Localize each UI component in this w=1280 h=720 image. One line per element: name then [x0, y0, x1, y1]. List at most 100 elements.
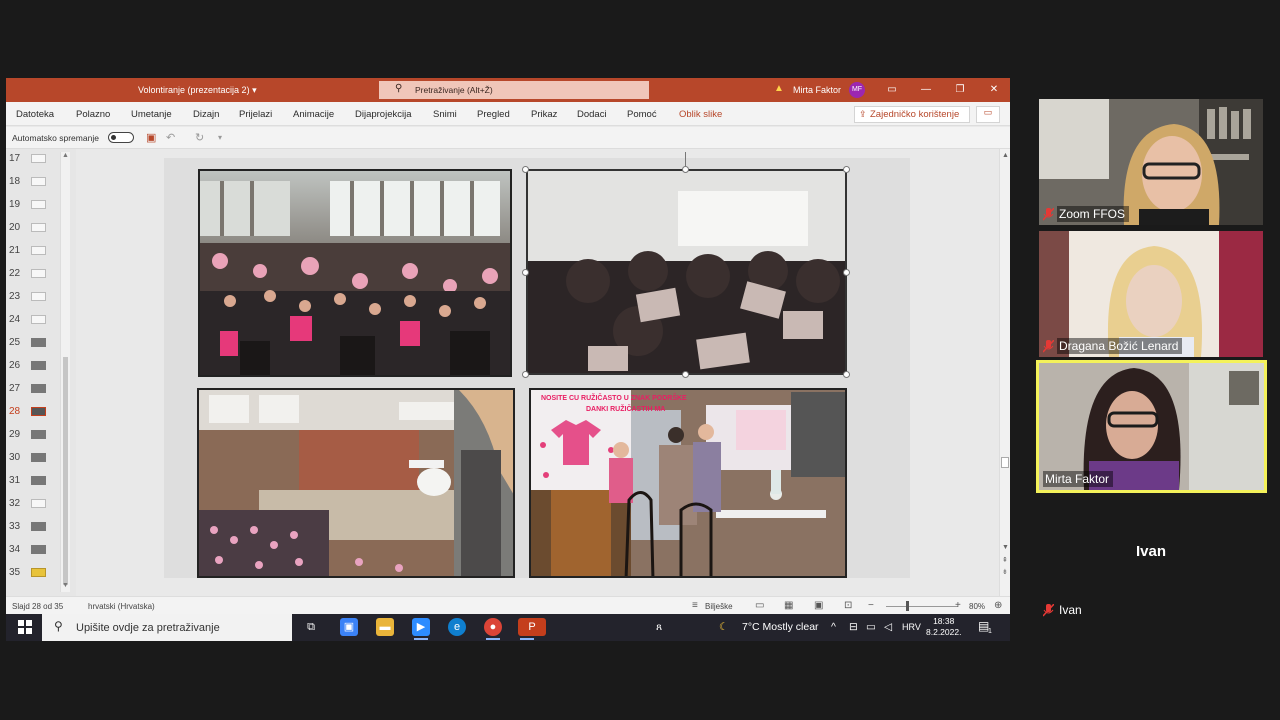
- slide-thumbnail[interactable]: 17: [6, 149, 66, 169]
- slide-thumbnail[interactable]: 34: [6, 540, 66, 560]
- undo-icon[interactable]: ↶: [166, 131, 175, 144]
- edge-icon[interactable]: e: [448, 618, 466, 636]
- slideshow-icon[interactable]: ⊡: [844, 600, 852, 611]
- reading-view-icon[interactable]: ▣: [814, 600, 823, 611]
- slide-thumbnail[interactable]: 33: [6, 517, 66, 537]
- previous-slide-icon[interactable]: ⇞: [1002, 556, 1008, 564]
- slide-thumbnail[interactable]: 20: [6, 218, 66, 238]
- resize-handle[interactable]: [843, 371, 850, 378]
- participant-tile-video-off[interactable]: Ivan Ivan: [1039, 495, 1263, 621]
- resize-handle[interactable]: [843, 166, 850, 173]
- slide-thumbnail[interactable]: 30: [6, 448, 66, 468]
- participant-tile-active-speaker[interactable]: Mirta Faktor: [1036, 360, 1267, 493]
- weather-icon[interactable]: ☾: [719, 621, 728, 633]
- account-name[interactable]: Mirta Faktor: [793, 85, 841, 95]
- fit-to-window-icon[interactable]: ⊕: [994, 600, 1002, 611]
- tab-polazno[interactable]: Polazno: [76, 109, 110, 120]
- tab-snimi[interactable]: Snimi: [433, 109, 457, 120]
- tab-dodaci[interactable]: Dodaci: [577, 109, 607, 120]
- resize-handle[interactable]: [682, 371, 689, 378]
- slide-canvas[interactable]: NOSITE CU RUŽIČASTO U ZNAK PODRŠKE DANKI…: [164, 152, 910, 578]
- next-slide-icon[interactable]: ⇟: [1002, 568, 1008, 576]
- slide-thumbnail[interactable]: 25: [6, 333, 66, 353]
- restore-button[interactable]: ❐: [950, 81, 970, 99]
- scroll-thumb[interactable]: [63, 357, 68, 585]
- tab-datoteka[interactable]: Datoteka: [16, 109, 54, 120]
- slide-photo-group-selfie[interactable]: [526, 169, 847, 375]
- system-clock[interactable]: 18:38 8.2.2022.: [926, 616, 961, 638]
- avatar[interactable]: MF: [849, 82, 865, 98]
- redo-icon[interactable]: ↻: [195, 131, 204, 144]
- slide-thumbnail[interactable]: 32: [6, 494, 66, 514]
- resize-handle[interactable]: [522, 269, 529, 276]
- volume-icon[interactable]: ◁: [884, 621, 892, 633]
- scroll-up-icon[interactable]: ▲: [62, 152, 69, 159]
- close-button[interactable]: ✕: [984, 81, 1004, 99]
- tab-prikaz[interactable]: Prikaz: [531, 109, 557, 120]
- slide-thumbnail[interactable]: 18: [6, 172, 66, 192]
- slide-thumbnail[interactable]: 22: [6, 264, 66, 284]
- file-explorer-icon[interactable]: ▬: [376, 618, 394, 636]
- language-indicator[interactable]: HRV: [902, 622, 921, 632]
- scroll-down-icon[interactable]: ▼: [62, 582, 69, 589]
- tab-animacije[interactable]: Animacije: [293, 109, 334, 120]
- people-icon[interactable]: ጸ: [656, 621, 662, 634]
- thumbnail-scrollbar[interactable]: ▲ ▼: [60, 152, 70, 592]
- tab-oblik-slike[interactable]: Oblik slike: [679, 109, 722, 120]
- tab-pomoc[interactable]: Pomoć: [627, 109, 657, 120]
- warning-icon[interactable]: ▲: [774, 83, 784, 94]
- language-status[interactable]: hrvatski (Hrvatska): [88, 602, 155, 611]
- zoom-out-icon[interactable]: −: [868, 600, 874, 611]
- slide-thumbnail[interactable]: 35: [6, 563, 66, 583]
- task-view-icon[interactable]: ⧉: [302, 618, 320, 636]
- slide-thumbnail[interactable]: 29: [6, 425, 66, 445]
- participant-tile[interactable]: Dragana Božić Lenard: [1039, 231, 1263, 357]
- scroll-thumb[interactable]: [1001, 457, 1009, 468]
- powerpoint-icon[interactable]: P: [518, 618, 546, 640]
- zoom-slider-knob[interactable]: [906, 601, 909, 611]
- slide-thumbnail[interactable]: 19: [6, 195, 66, 215]
- slide-sorter-icon[interactable]: ▦: [784, 600, 793, 611]
- slide-scrollbar[interactable]: ▲ ▼ ⇞ ⇟: [999, 149, 1010, 596]
- resize-handle[interactable]: [682, 166, 689, 173]
- network-icon[interactable]: ▭: [866, 621, 876, 633]
- resize-handle[interactable]: [843, 269, 850, 276]
- slide-photo-hall-balcony[interactable]: [197, 388, 515, 578]
- slide-thumbnail[interactable]: 26: [6, 356, 66, 376]
- slide-thumbnail[interactable]: 23: [6, 287, 66, 307]
- slide-thumbnail[interactable]: 27: [6, 379, 66, 399]
- store-icon[interactable]: ▣: [340, 618, 358, 636]
- participant-tile[interactable]: Zoom FFOS: [1039, 99, 1263, 225]
- normal-view-icon[interactable]: ▭: [755, 600, 764, 611]
- chrome-icon[interactable]: ●: [484, 618, 502, 640]
- slide-photo-pink-shirt-event[interactable]: NOSITE CU RUŽIČASTO U ZNAK PODRŠKE DANKI…: [529, 388, 847, 578]
- slide-photo-auditorium[interactable]: [198, 169, 512, 377]
- tab-dizajn[interactable]: Dizajn: [193, 109, 219, 120]
- zoom-level[interactable]: 80%: [969, 602, 985, 611]
- scroll-up-icon[interactable]: ▲: [1002, 152, 1009, 159]
- save-icon[interactable]: ▣: [146, 131, 156, 144]
- slide-thumbnail[interactable]: 24: [6, 310, 66, 330]
- zoom-app-icon[interactable]: ▶: [412, 618, 430, 640]
- resize-handle[interactable]: [522, 371, 529, 378]
- taskbar-search[interactable]: ⚲ Upišite ovdje za pretraživanje: [42, 614, 292, 641]
- resize-handle[interactable]: [522, 166, 529, 173]
- windows-start-icon[interactable]: [18, 620, 32, 634]
- zoom-slider[interactable]: [886, 606, 958, 607]
- notes-button[interactable]: Bilješke: [705, 602, 733, 611]
- minimize-button[interactable]: —: [916, 81, 936, 99]
- tab-umetanje[interactable]: Umetanje: [131, 109, 172, 120]
- search-box[interactable]: ⚲ Pretraživanje (Alt+Ž): [379, 81, 649, 99]
- ribbon-display-icon[interactable]: ▭: [882, 81, 902, 99]
- zoom-in-icon[interactable]: +: [955, 600, 961, 611]
- tab-pregled[interactable]: Pregled: [477, 109, 510, 120]
- tab-prijelazi[interactable]: Prijelazi: [239, 109, 272, 120]
- comments-button[interactable]: ▭: [976, 106, 1000, 123]
- usb-icon[interactable]: ⊟: [849, 621, 858, 633]
- document-title[interactable]: Volontiranje (prezentacija 2) ▾: [138, 85, 257, 96]
- slide-thumbnail[interactable]: 31: [6, 471, 66, 491]
- show-hidden-icons[interactable]: ^: [831, 621, 836, 633]
- autosave-toggle[interactable]: [108, 132, 134, 143]
- weather-text[interactable]: 7°C Mostly clear: [742, 621, 819, 633]
- slide-thumbnail[interactable]: 21: [6, 241, 66, 261]
